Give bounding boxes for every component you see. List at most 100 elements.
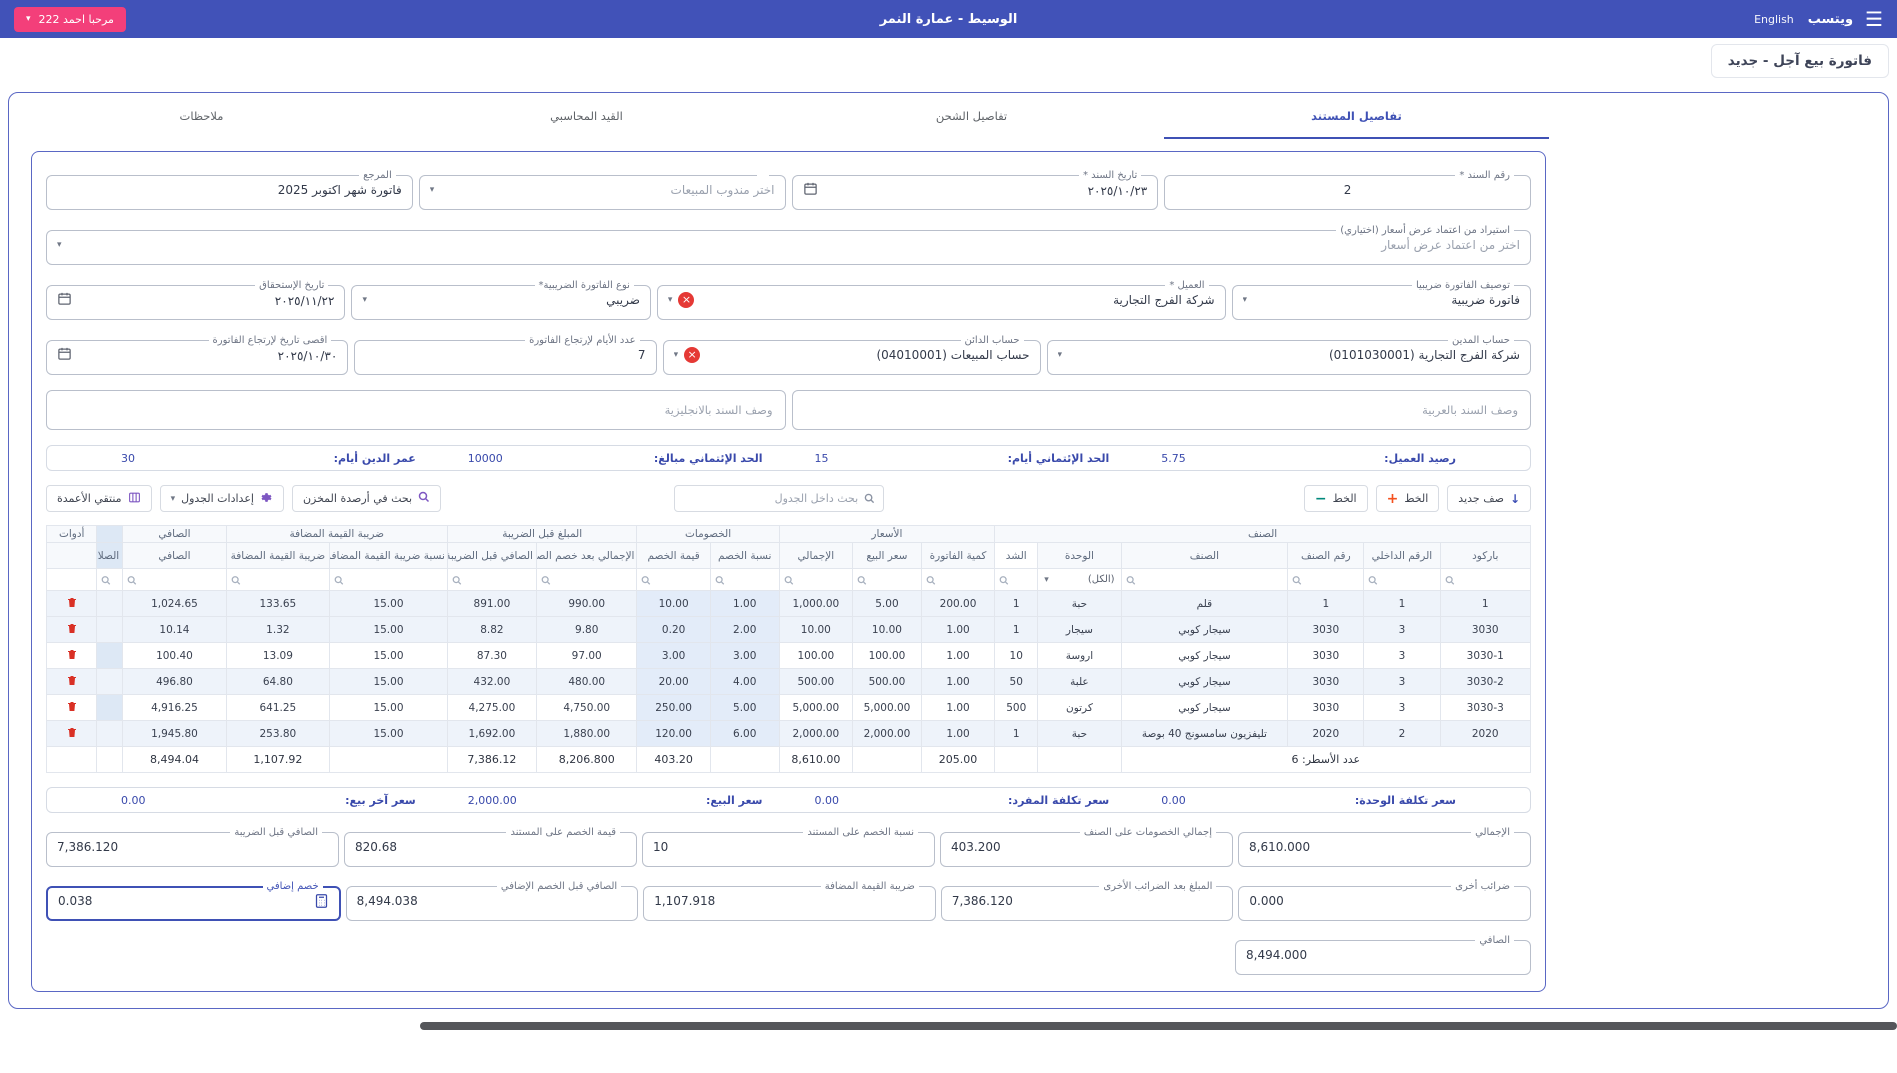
table-cell[interactable]: 432.00 [447,669,536,695]
delete-row-button[interactable] [66,700,78,713]
table-cell[interactable]: 891.00 [447,591,536,617]
table-cell[interactable]: 1.00 [921,643,994,669]
search-icon[interactable] [1126,570,1136,589]
table-cell[interactable]: 10.14 [123,617,226,643]
table-cell[interactable]: 97.00 [536,643,637,669]
table-cell[interactable]: 1 [995,617,1038,643]
delete-row-button[interactable] [66,596,78,609]
column-filter-input[interactable] [226,569,329,591]
table-cell[interactable] [97,591,123,617]
table-cell[interactable]: 1 [995,591,1038,617]
max-return-date-field[interactable]: اقصى تاريخ لإرتجاع الفاتورة ٢٠٢٥/١٠/٣٠ [46,335,348,375]
table-cell[interactable]: 1 [1288,591,1364,617]
reference-field[interactable]: المرجع فاتورة شهر اكتوبر 2025 [46,170,413,210]
search-icon[interactable] [926,570,936,589]
table-cell[interactable]: 3030 [1440,617,1531,643]
new-row-button[interactable]: ↓ صف جديد [1447,485,1531,512]
table-cell[interactable]: 2020 [1288,721,1364,747]
table-cell[interactable]: 100.00 [779,643,852,669]
table-cell[interactable]: 3030-1 [1440,643,1531,669]
summary-field[interactable]: المبلغ بعد الضرائب الأخرى7,386.120 [941,881,1234,921]
search-icon[interactable] [1368,570,1378,589]
credit-account-select[interactable]: حساب الدائن حساب المبيعات (04010001) × ▾ [663,335,1041,375]
column-filter-input[interactable] [921,569,994,591]
table-cell[interactable] [97,643,123,669]
table-cell[interactable]: 6.00 [710,721,779,747]
table-cell[interactable]: 1,880.00 [536,721,637,747]
table-cell[interactable]: 200.00 [921,591,994,617]
table-cell[interactable]: 20.00 [637,669,710,695]
table-cell[interactable]: 4,916.25 [123,695,226,721]
tab-shipping-details[interactable]: تفاصيل الشحن [779,93,1164,139]
column-filter-input[interactable] [1440,569,1531,591]
table-cell[interactable]: سيجار كوبي [1121,695,1288,721]
user-menu-button[interactable]: مرحبا احمد 222 ▾ [14,7,126,32]
table-cell[interactable]: 15.00 [330,669,448,695]
column-filter-input[interactable] [1121,569,1288,591]
table-cell[interactable] [97,617,123,643]
table-cell[interactable]: 3.00 [710,643,779,669]
column-filter-select[interactable]: (الكل)▾ [1038,569,1121,591]
table-cell[interactable]: حبة [1038,721,1121,747]
table-cell[interactable]: 10.00 [852,617,921,643]
table-cell[interactable]: 10.00 [779,617,852,643]
delete-row-button[interactable] [66,726,78,739]
net-total-field[interactable]: الصافي 8,494.000 [1235,935,1531,975]
table-cell[interactable]: سيجار كوبي [1121,669,1288,695]
table-cell[interactable]: 3 [1364,617,1440,643]
table-cell[interactable]: كرتون [1038,695,1121,721]
search-icon[interactable] [231,570,241,589]
table-cell[interactable]: 250.00 [637,695,710,721]
description-english-input[interactable]: وصف السند بالانجليزية [46,390,786,430]
horizontal-scrollbar[interactable] [420,1022,1897,1030]
table-cell[interactable]: 8.82 [447,617,536,643]
table-cell[interactable]: 2,000.00 [779,721,852,747]
table-cell[interactable] [97,695,123,721]
column-filter-input[interactable] [330,569,448,591]
table-cell[interactable]: 1,692.00 [447,721,536,747]
table-cell[interactable]: 0.20 [637,617,710,643]
column-filter-input[interactable] [1288,569,1364,591]
delete-row-button[interactable] [66,622,78,635]
table-settings-button[interactable]: إعدادات الجدول ▾ [160,485,284,512]
table-cell[interactable]: 5.00 [852,591,921,617]
table-cell[interactable]: 100.40 [123,643,226,669]
table-cell[interactable]: 15.00 [330,643,448,669]
table-cell[interactable]: 1 [1440,591,1531,617]
delete-row-button[interactable] [66,674,78,687]
table-cell[interactable]: 496.80 [123,669,226,695]
table-cell[interactable]: 1.32 [226,617,329,643]
table-cell[interactable]: 15.00 [330,591,448,617]
sales-rep-select[interactable]: اختر مندوب المبيعات ▾ [419,170,786,210]
table-cell[interactable]: 1 [995,721,1038,747]
table-cell[interactable]: 87.30 [447,643,536,669]
table-cell[interactable]: 1.00 [921,669,994,695]
summary-field[interactable]: ضريبة القيمة المضافة1,107.918 [643,881,936,921]
tab-accounting-entry[interactable]: القيد المحاسبي [394,93,779,139]
summary-field[interactable]: قيمة الخصم على المستند820.68 [344,827,637,867]
tax-classification-select[interactable]: توصيف الفاتورة ضريبيا فاتورة ضريبية ▾ [1232,280,1531,320]
column-filter-input[interactable] [447,569,536,591]
search-icon[interactable] [1292,570,1302,589]
table-cell[interactable]: 64.80 [226,669,329,695]
table-cell[interactable]: سيجار كوبي [1121,617,1288,643]
stock-balance-search-button[interactable]: بحث في أرصدة المخزن [292,485,441,512]
table-cell[interactable]: 3030 [1288,695,1364,721]
table-cell[interactable]: 1,024.65 [123,591,226,617]
summary-field[interactable]: الإجمالي8,610.000 [1238,827,1531,867]
language-switcher[interactable]: English [1754,13,1794,26]
table-cell[interactable]: 10.00 [637,591,710,617]
debit-account-select[interactable]: حساب المدين شركة الفرج التجارية (0101030… [1047,335,1531,375]
search-icon[interactable] [999,570,1009,589]
table-cell[interactable]: اروسة [1038,643,1121,669]
summary-field[interactable]: خصم إضافي0.038 [46,881,341,921]
quote-import-select[interactable]: استيراد من اعتماد عرض أسعار (اختياري) اخ… [46,225,1531,265]
table-cell[interactable]: 50 [995,669,1038,695]
delete-row-button[interactable] [66,648,78,661]
search-icon[interactable] [857,570,867,589]
clear-icon[interactable]: × [678,292,694,308]
summary-field[interactable]: إجمالي الخصومات على الصنف403.200 [940,827,1233,867]
table-cell[interactable]: 3 [1364,643,1440,669]
table-cell[interactable]: 253.80 [226,721,329,747]
table-cell[interactable]: 9.80 [536,617,637,643]
